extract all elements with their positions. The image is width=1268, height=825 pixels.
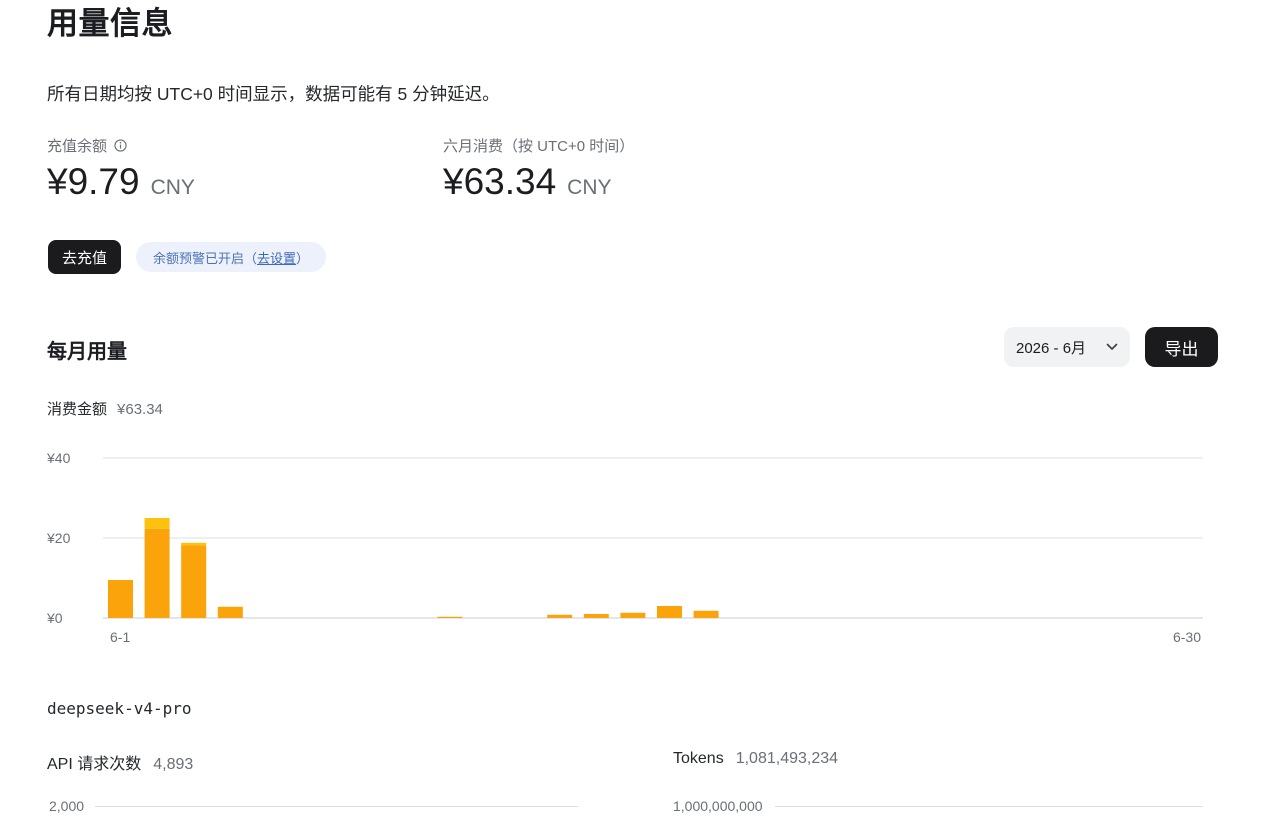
tokens-metric: Tokens 1,081,493,234 xyxy=(673,750,838,768)
bar xyxy=(547,614,573,618)
bar xyxy=(181,545,207,618)
monthly-spend-block: 六月消费（按 UTC+0 时间） ¥63.34 CNY xyxy=(443,135,634,203)
chevron-down-icon xyxy=(1106,343,1118,350)
api-requests-metric: API 请求次数 4,893 xyxy=(47,750,193,774)
bar xyxy=(144,528,170,618)
month-select-value: 2026 - 6月 xyxy=(1016,339,1087,357)
model-name: deepseek-v4-pro xyxy=(47,699,192,718)
page-title: 用量信息 xyxy=(47,6,173,41)
export-button[interactable]: 导出 xyxy=(1145,327,1218,367)
balance-label: 充值余额 xyxy=(47,138,108,155)
api-y-tick: 2,000 xyxy=(49,798,85,814)
balance-value: ¥9.79 CNY xyxy=(47,161,195,203)
cost-label: 消费金额 xyxy=(47,401,108,418)
balance-label-row: 充值余额 xyxy=(47,135,195,156)
info-icon[interactable] xyxy=(114,139,127,152)
spend-currency: CNY xyxy=(567,176,612,199)
y-tick-label: ¥40 xyxy=(46,450,71,466)
balance-block: 充值余额 ¥9.79 CNY xyxy=(47,135,195,203)
bar xyxy=(217,606,243,618)
x-tick-label: 6-30 xyxy=(1173,629,1201,645)
daily-cost-chart: ¥40 ¥20 ¥0 6-1 6-30 xyxy=(46,450,1203,645)
alert-text: 余额预警已开启（ xyxy=(152,250,257,266)
y-tick-label: ¥0 xyxy=(46,610,63,626)
timezone-notice: 所有日期均按 UTC+0 时间显示，数据可能有 5 分钟延迟。 xyxy=(47,84,500,104)
bar xyxy=(181,542,207,546)
spend-label: 六月消费（按 UTC+0 时间） xyxy=(443,138,635,155)
bar xyxy=(620,612,646,618)
balance-alert-badge: 余额预警已开启（ 去设置） xyxy=(136,242,326,272)
spend-amount: ¥63.34 xyxy=(443,161,557,202)
cost-value: ¥63.34 xyxy=(117,401,163,418)
alert-tail: ） xyxy=(296,250,310,266)
cost-label-row: 消费金额 ¥63.34 xyxy=(47,398,163,419)
api-requests-label: API 请求次数 xyxy=(47,756,142,773)
api-gridline xyxy=(95,806,578,807)
bar xyxy=(144,518,170,529)
month-select[interactable]: 2026 - 6月 xyxy=(1004,327,1130,367)
alert-settings-link[interactable]: 去设置 xyxy=(257,248,296,267)
api-requests-value: 4,893 xyxy=(153,756,194,773)
tokens-label: Tokens xyxy=(673,750,724,767)
balance-currency: CNY xyxy=(150,176,195,199)
bar xyxy=(583,614,609,618)
monthly-usage-title: 每月用量 xyxy=(47,341,127,363)
x-tick-label: 6-1 xyxy=(110,629,130,645)
tokens-value: 1,081,493,234 xyxy=(735,750,839,767)
tokens-y-tick: 1,000,000,000 xyxy=(673,798,763,814)
balance-amount: ¥9.79 xyxy=(47,161,140,202)
usage-page: 用量信息 所有日期均按 UTC+0 时间显示，数据可能有 5 分钟延迟。 充值余… xyxy=(0,0,1268,825)
bar xyxy=(108,580,133,618)
topup-button[interactable]: 去充值 xyxy=(48,240,121,274)
bar xyxy=(657,606,682,618)
spend-value: ¥63.34 CNY xyxy=(443,161,634,203)
bar xyxy=(437,616,463,618)
bar xyxy=(693,610,719,618)
tokens-gridline xyxy=(775,806,1203,807)
y-tick-label: ¥20 xyxy=(46,530,71,546)
